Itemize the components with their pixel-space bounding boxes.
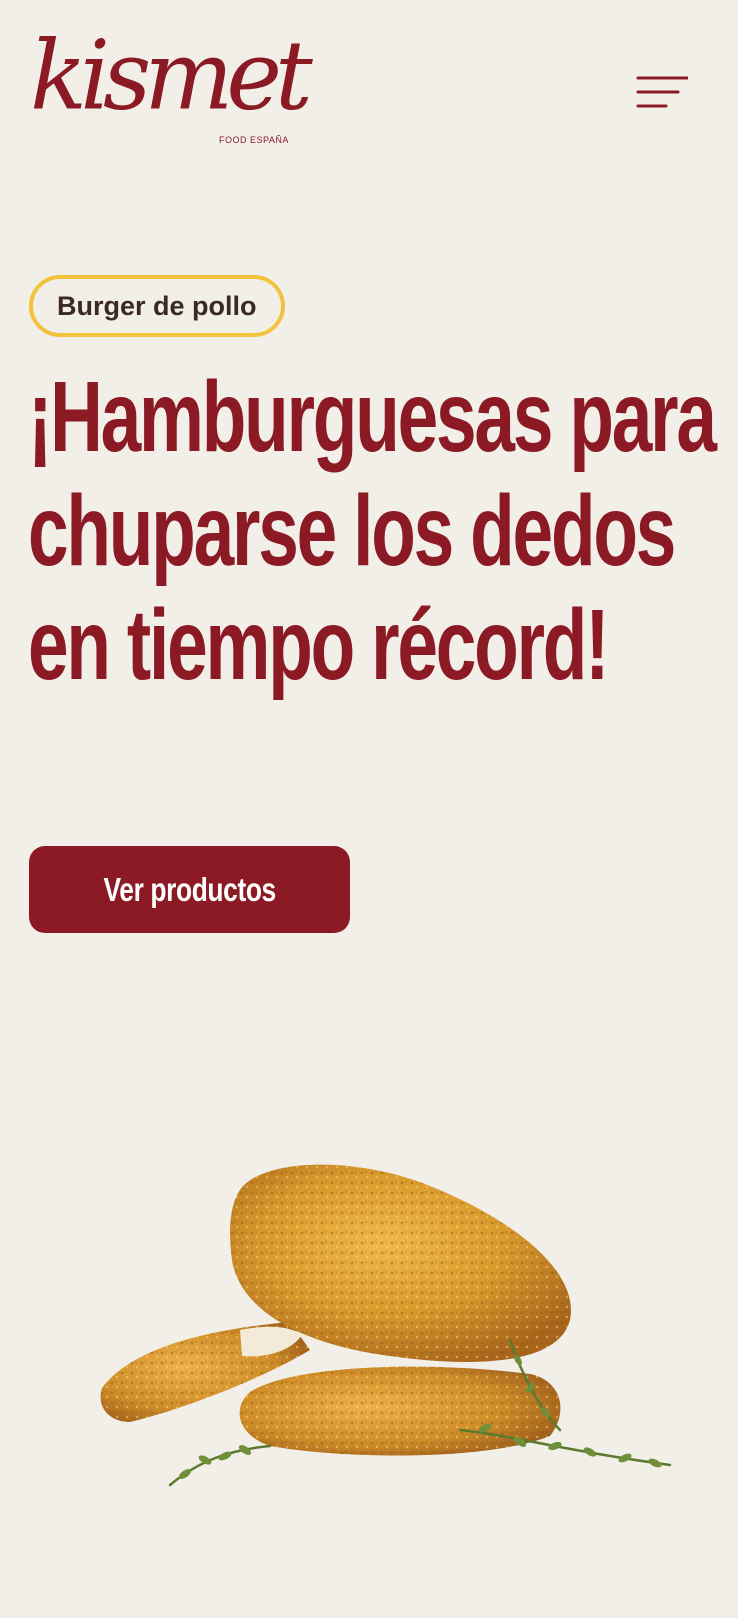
site-header: kismet FOOD ESPAÑA [0,0,738,170]
chicken-burger-patties-image [100,1164,672,1487]
product-image [90,1160,700,1500]
hero-headline: ¡Hamburguesas para chuparse los dedos en… [28,361,717,701]
view-products-button[interactable]: Ver productos [29,846,350,933]
logo-subtitle: FOOD ESPAÑA [219,135,289,145]
view-products-label: Ver productos [103,870,276,908]
menu-button[interactable] [630,72,688,116]
category-badge: Burger de pollo [29,275,285,337]
kismet-logo[interactable]: kismet FOOD ESPAÑA [28,26,328,151]
hamburger-menu-icon [636,76,688,108]
logo-wordmark: kismet [30,20,313,133]
